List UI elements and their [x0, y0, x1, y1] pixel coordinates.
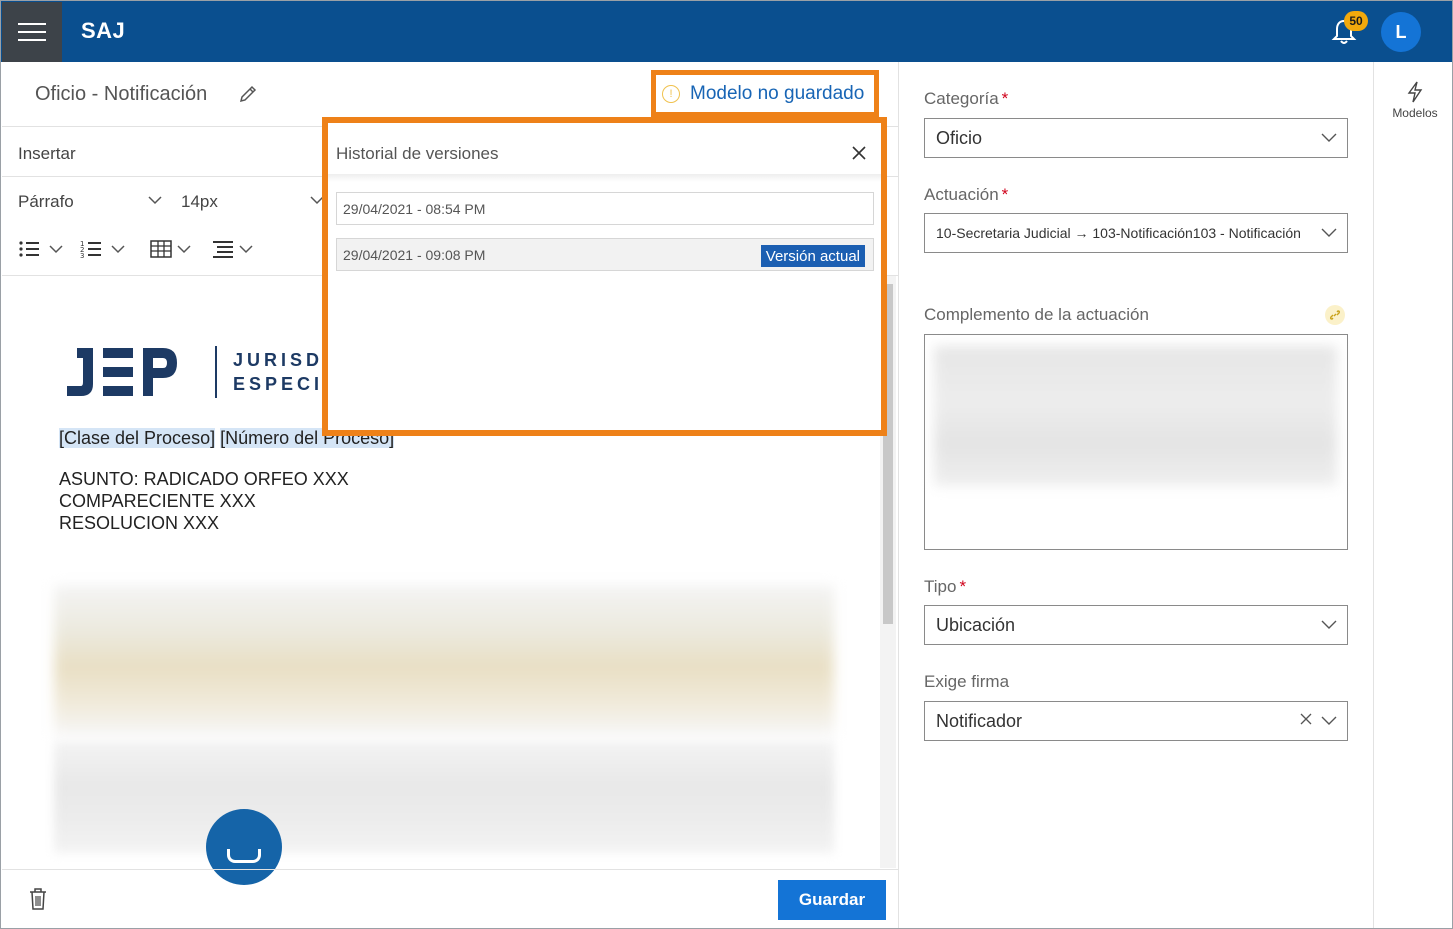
chat-icon [227, 849, 261, 863]
tipo-value: Ubicación [936, 614, 1016, 635]
complemento-label: Complemento de la actuación [924, 305, 1149, 324]
version-item[interactable]: 29/04/2021 - 08:54 PM [336, 192, 874, 225]
bullet-list-button[interactable] [18, 239, 64, 259]
chevron-down-icon [111, 245, 125, 254]
save-button[interactable]: Guardar [778, 880, 886, 920]
chevron-down-icon [1321, 716, 1337, 725]
top-bar: SAJ 50 L [1, 1, 1452, 62]
document-body-text[interactable]: ASUNTO: RADICADO ORFEO XXX COMPARECIENTE… [59, 468, 349, 534]
table-icon [150, 240, 172, 258]
jep-logo [67, 348, 177, 396]
warning-icon: ! [662, 84, 680, 103]
logo-divider [215, 346, 217, 398]
popup-header-shadow [328, 174, 881, 182]
version-item[interactable]: 29/04/2021 - 09:08 PM Versión actual [336, 238, 874, 271]
actuacion-value: 10-Secretaria Judicial → 103-Notificació… [936, 225, 1301, 241]
unsaved-model-indicator[interactable]: ! Modelo no guardado [651, 70, 879, 117]
lightning-icon [1407, 81, 1423, 103]
svg-text:3: 3 [80, 252, 84, 259]
document-title: Oficio - Notificación [35, 83, 208, 105]
notification-badge: 50 [1344, 11, 1368, 31]
link-icon[interactable] [1325, 305, 1345, 325]
chevron-down-icon [1321, 620, 1337, 629]
chain-link-icon [1329, 310, 1341, 320]
chevron-down-icon [177, 245, 191, 254]
actuacion-select[interactable]: 10-Secretaria Judicial → 103-Notificació… [924, 213, 1348, 253]
categoria-label: Categoría * [924, 89, 1009, 108]
edit-pencil-icon[interactable] [238, 84, 258, 104]
popup-title: Historial de versiones [336, 144, 499, 163]
tipo-label: Tipo * [924, 577, 967, 596]
unsaved-label: Modelo no guardado [690, 82, 865, 104]
version-date: 29/04/2021 - 09:08 PM [343, 246, 486, 263]
paragraph-format-select[interactable]: Párrafo [18, 192, 74, 212]
categoria-select[interactable]: Oficio [924, 118, 1348, 158]
clear-icon[interactable] [1299, 712, 1313, 726]
models-label: Modelos [1392, 106, 1438, 120]
tipo-select[interactable]: Ubicación [924, 605, 1348, 645]
categoria-value: Oficio [936, 127, 983, 148]
blurred-content [54, 585, 834, 735]
user-avatar[interactable]: L [1381, 12, 1421, 52]
chevron-down-icon [1321, 133, 1337, 142]
version-date: 29/04/2021 - 08:54 PM [343, 200, 486, 217]
chevron-down-icon[interactable] [148, 195, 162, 205]
firma-select[interactable]: Notificador [924, 701, 1348, 741]
actuacion-label: Actuación * [924, 185, 1009, 204]
align-lines-icon [213, 241, 233, 258]
app-window: SAJ 50 L Oficio - Notificación ! Modelo … [0, 0, 1453, 929]
numbered-list-icon: 123 [80, 240, 101, 259]
trash-icon[interactable] [29, 888, 47, 910]
process-class-field[interactable]: [Clase del Proceso] [59, 428, 216, 448]
menu-insert[interactable]: Insertar [18, 144, 76, 164]
sidebar-divider [1373, 62, 1374, 928]
formatting-toolbar: 123 [18, 239, 270, 259]
models-button[interactable]: Modelos [1385, 81, 1445, 120]
blurred-content [934, 346, 1337, 486]
app-brand: SAJ [81, 18, 126, 43]
chevron-down-icon [49, 245, 63, 254]
chat-fab-button[interactable] [206, 809, 282, 885]
firma-label: Exige firma [924, 672, 1010, 691]
chevron-down-icon [1321, 228, 1337, 237]
panel-divider [898, 62, 899, 928]
footer-divider [2, 869, 898, 870]
align-button[interactable] [212, 239, 254, 259]
close-icon[interactable] [849, 143, 869, 163]
table-button[interactable] [150, 240, 192, 258]
bullet-list-icon [19, 241, 39, 257]
logo-text: JURISD ESPECI [233, 350, 324, 394]
blurred-content [54, 741, 834, 853]
menu-icon [18, 20, 46, 44]
current-version-badge: Versión actual [760, 245, 865, 267]
version-history-popup: Historial de versiones 29/04/2021 - 08:5… [322, 117, 887, 436]
hamburger-menu-button[interactable] [2, 2, 62, 62]
firma-value: Notificador [936, 710, 1023, 731]
numbered-list-button[interactable]: 123 [80, 239, 126, 259]
chevron-down-icon [239, 245, 253, 254]
font-size-select[interactable]: 14px [181, 192, 218, 212]
